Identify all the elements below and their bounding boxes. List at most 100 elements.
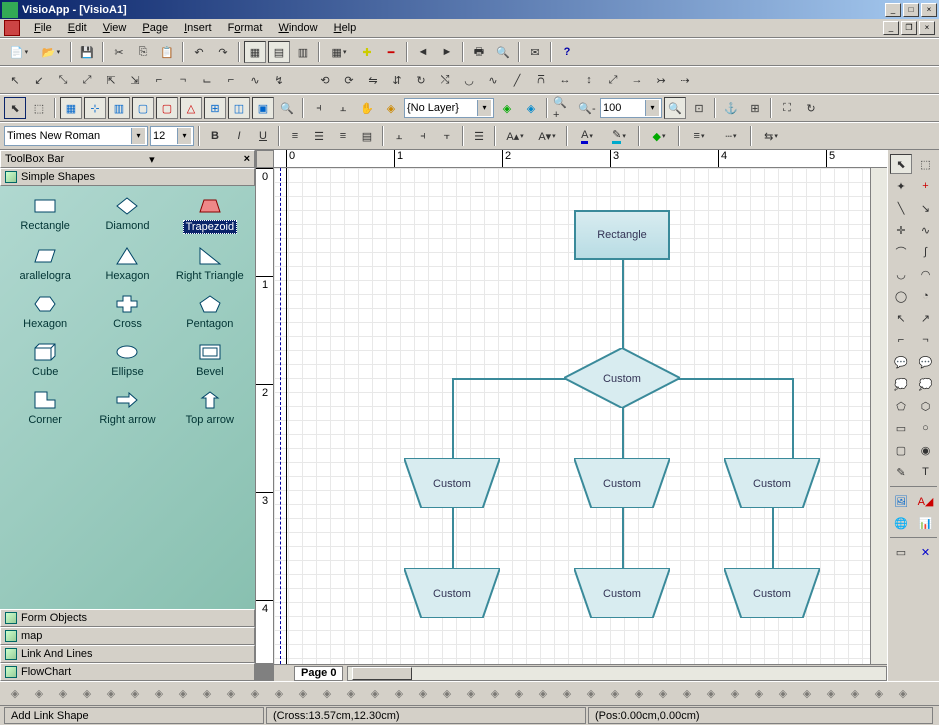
menu-insert[interactable]: Insert (176, 20, 220, 36)
shape-hex[interactable]: Hexagon (6, 290, 84, 334)
bottom-tool-11[interactable]: ◈ (268, 683, 290, 705)
link-tool-5[interactable]: ⇱ (100, 69, 122, 91)
grid-button[interactable]: ▦ (60, 97, 82, 119)
panel3-button[interactable]: ▥ (292, 41, 314, 63)
align-center-button[interactable]: ☰ (308, 125, 330, 147)
print-button[interactable]: 🖶 (468, 41, 490, 63)
bullets-button[interactable]: ☰ (468, 125, 490, 147)
line-pattern-button[interactable]: ┄▾ (716, 125, 746, 147)
font-color-button[interactable]: A▾ (572, 125, 602, 147)
category-link-and-lines[interactable]: Link And Lines (0, 645, 255, 663)
canvas-node-n7[interactable]: Custom (574, 568, 670, 618)
save-button[interactable]: 💾 (76, 41, 98, 63)
dim-h-button[interactable]: ↔ (554, 69, 576, 91)
polygon-tool-icon[interactable]: ⬠ (890, 396, 912, 416)
category-form-objects[interactable]: Form Objects (0, 609, 255, 627)
bottom-tool-17[interactable]: ◈ (412, 683, 434, 705)
remove-shape-button[interactable]: ━ (380, 41, 402, 63)
flip-v-button[interactable]: ⇵ (386, 69, 408, 91)
minimize-button[interactable]: _ (885, 3, 901, 17)
distribute-v-button[interactable]: ⫠ (332, 97, 354, 119)
canvas-node-n1[interactable]: Rectangle (574, 210, 670, 260)
plus-tool-icon[interactable]: + (915, 176, 937, 196)
pencil-tool-icon[interactable]: ✎ (890, 462, 912, 482)
roundrect-tool-icon[interactable]: ▢ (890, 440, 912, 460)
category-flowchart[interactable]: FlowChart (0, 663, 255, 681)
menu-edit[interactable]: Edit (60, 20, 95, 36)
ruler-button[interactable]: ⊞ (204, 97, 226, 119)
bottom-tool-9[interactable]: ◈ (220, 683, 242, 705)
distribute-h-button[interactable]: ⫞ (308, 97, 330, 119)
close-button[interactable]: × (921, 3, 937, 17)
delete-icon[interactable]: ✕ (915, 542, 937, 562)
shape-trapezoid[interactable]: Trapezoid (171, 192, 249, 238)
align-left-button[interactable]: ≡ (284, 125, 306, 147)
shape-bevel[interactable]: Bevel (171, 338, 249, 382)
canvas-node-n8[interactable]: Custom (724, 568, 820, 618)
shape-pent[interactable]: Pentagon (171, 290, 249, 334)
bottom-tool-32[interactable]: ◈ (772, 683, 794, 705)
canvas-node-n2[interactable]: Custom (564, 348, 680, 408)
toolbox-close-button[interactable]: × (244, 153, 250, 165)
guides-button[interactable]: ▥ (108, 97, 130, 119)
open-button[interactable]: 📂▾ (36, 41, 66, 63)
shape-para[interactable]: arallelogra (6, 242, 84, 286)
canvas-node-n5[interactable]: Custom (724, 458, 820, 508)
bottom-tool-1[interactable]: ◈ (28, 683, 50, 705)
cross-tool-icon[interactable]: ✛ (890, 220, 912, 240)
pointer-icon[interactable]: ⬉ (890, 154, 912, 174)
rotate-free-button[interactable]: ↻ (410, 69, 432, 91)
fill-color-button[interactable]: ◆▾ (644, 125, 674, 147)
copy-button[interactable]: ⎘ (132, 41, 154, 63)
link-tool-9[interactable]: ⌙ (196, 69, 218, 91)
panel2-button[interactable]: ▤ (268, 41, 290, 63)
line-ends-button[interactable]: ⇆▾ (756, 125, 786, 147)
link-tool-4[interactable]: ⤢ (76, 69, 98, 91)
rotate-left-button[interactable]: ⟲ (314, 69, 336, 91)
zoom-page-button[interactable]: ⊡ (688, 97, 710, 119)
textblock-tool-icon[interactable]: A◢ (915, 491, 937, 511)
valign-top-button[interactable]: ⫠ (388, 125, 410, 147)
new-button[interactable]: 📄▾ (4, 41, 34, 63)
ellipse-tool-icon[interactable]: ◯ (890, 286, 912, 306)
bottom-tool-0[interactable]: ◈ (4, 683, 26, 705)
shape-rtri[interactable]: Right Triangle (171, 242, 249, 286)
drawing-canvas[interactable]: RectangleCustomCustomCustomCustomCustomC… (274, 168, 887, 664)
bottom-tool-30[interactable]: ◈ (724, 683, 746, 705)
group-button[interactable]: ⊞ (744, 97, 766, 119)
polyline-button[interactable]: ⩃ (530, 69, 552, 91)
bottom-tool-4[interactable]: ◈ (100, 683, 122, 705)
align-right-button[interactable]: ≡ (332, 125, 354, 147)
bottom-tool-10[interactable]: ◈ (244, 683, 266, 705)
bottom-tool-33[interactable]: ◈ (796, 683, 818, 705)
bottom-tool-19[interactable]: ◈ (460, 683, 482, 705)
zoom-out-button[interactable]: 🔍- (576, 97, 598, 119)
dim-diag-button[interactable]: ⤢ (602, 69, 624, 91)
pan-button[interactable]: ✋ (356, 97, 378, 119)
shape-diamond[interactable]: Diamond (88, 192, 166, 238)
font-increase-button[interactable]: A▴▾ (500, 125, 530, 147)
bottom-tool-26[interactable]: ◈ (628, 683, 650, 705)
circle-tool-icon[interactable]: ○ (915, 418, 937, 438)
bottom-tool-28[interactable]: ◈ (676, 683, 698, 705)
line-tool-icon[interactable]: ╲ (890, 198, 912, 218)
bottom-tool-22[interactable]: ◈ (532, 683, 554, 705)
panel-tool-icon[interactable]: ▭ (890, 542, 912, 562)
paste-button[interactable]: 📋 (156, 41, 178, 63)
snap-button[interactable]: ⊹ (84, 97, 106, 119)
bottom-tool-18[interactable]: ◈ (436, 683, 458, 705)
shape-tri[interactable]: Hexagon (88, 242, 166, 286)
bottom-tool-16[interactable]: ◈ (388, 683, 410, 705)
canvas-node-n3[interactable]: Custom (404, 458, 500, 508)
align-justify-button[interactable]: ▤ (356, 125, 378, 147)
star-tool-icon[interactable]: ✦ (890, 176, 912, 196)
bottom-tool-2[interactable]: ◈ (52, 683, 74, 705)
bottom-tool-15[interactable]: ◈ (364, 683, 386, 705)
rotate-right-button[interactable]: ⟳ (338, 69, 360, 91)
bottom-tool-14[interactable]: ◈ (340, 683, 362, 705)
shape-corner[interactable]: Corner (6, 386, 84, 430)
flip-h-button[interactable]: ⇋ (362, 69, 384, 91)
callout4-tool-icon[interactable]: 💭 (915, 374, 937, 394)
zoom-in-button[interactable]: 🔍+ (552, 97, 574, 119)
category-simple-shapes[interactable]: Simple Shapes (0, 168, 255, 186)
